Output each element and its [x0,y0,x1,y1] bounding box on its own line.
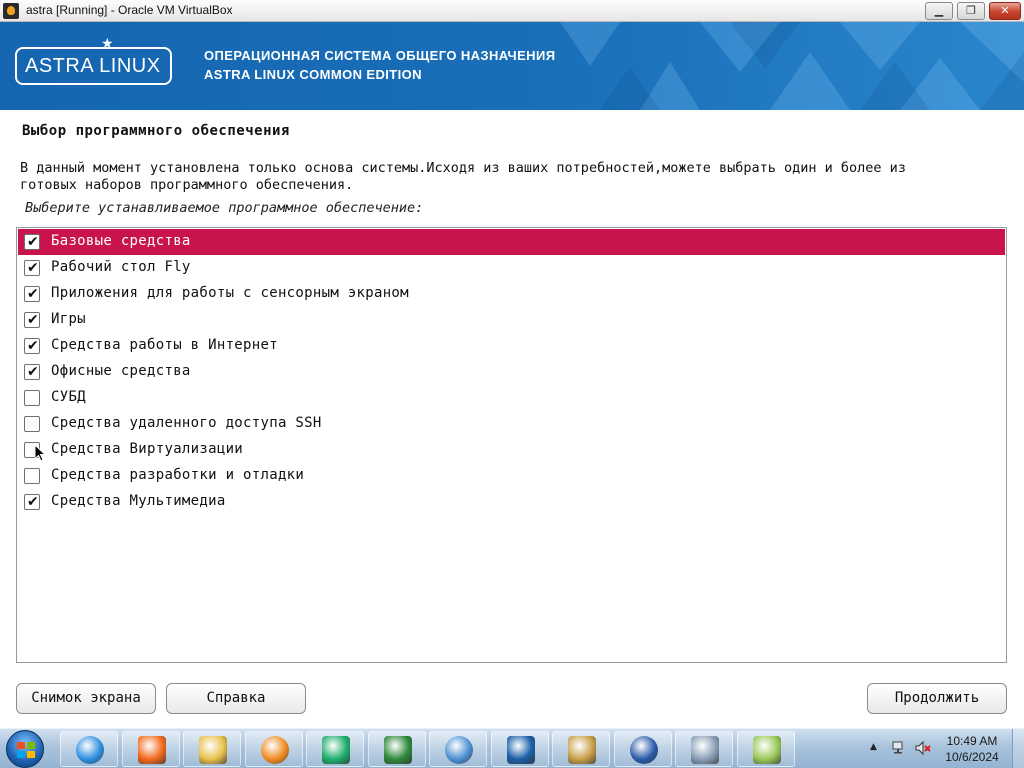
taskbar-control-panel-button[interactable] [429,731,487,767]
chat-app-icon [322,736,350,764]
taskbar-terminal-monitor-button[interactable] [368,731,426,767]
taskbar-file-explorer-button[interactable] [183,731,241,767]
astra-linux-logo: ★ ASTRA LINUX [15,37,172,85]
taskbar-chat-app-button[interactable] [306,731,364,767]
virtualbox-icon [507,736,535,764]
software-option-row[interactable]: ✔ Базовые средства [18,229,1005,255]
virtualbox-app-icon [3,3,19,19]
page-title: Выбор программного обеспечения [22,123,290,139]
paint-icon [568,736,596,764]
media-player-icon [261,736,289,764]
software-option-checkbox[interactable]: ✔ [24,364,40,380]
software-option-checkbox[interactable]: ✔ [24,260,40,276]
software-option-checkbox[interactable] [24,416,40,432]
checkmark-icon: ✔ [27,286,39,302]
terminal-monitor-icon [384,736,412,764]
windows-logo-icon [17,742,35,758]
description-line: В данный момент установлена только основ… [20,160,906,176]
software-option-checkbox[interactable] [24,468,40,484]
software-option-checkbox[interactable]: ✔ [24,312,40,328]
software-option-row[interactable]: Средства удаленного доступа SSH [18,411,1005,437]
show-hidden-icons-button[interactable]: ▲ [870,742,877,752]
software-option-checkbox[interactable]: ✔ [24,234,40,250]
page-description: В данный момент установлена только основ… [20,160,1000,194]
software-option-row[interactable]: СУБД [18,385,1005,411]
software-option-label: Средства разработки и отладки [51,467,305,483]
software-option-label: Базовые средства [51,233,191,249]
software-option-row[interactable]: ✔ Средства Мультимедиа [18,489,1005,515]
taskbar-virtualbox-button[interactable] [491,731,549,767]
software-option-row[interactable]: ✔ Игры [18,307,1005,333]
taskbar: ▲ 10:49 AM 10/6/2024 [0,728,1024,768]
taskbar-firefox-button[interactable] [122,731,180,767]
start-button[interactable] [6,730,44,768]
software-option-checkbox[interactable]: ✔ [24,494,40,510]
taskbar-internet-explorer-button[interactable] [60,731,118,767]
software-option-label: Рабочий стол Fly [51,259,191,275]
folders-icon [753,736,781,764]
volume-muted-icon[interactable] [914,739,932,757]
checkmark-icon: ✔ [27,338,39,354]
screenshot-button[interactable]: Снимок экрана [16,683,156,714]
system-clock[interactable]: 10:49 AM 10/6/2024 [940,733,1004,765]
taskbar-calculator-button[interactable] [675,731,733,767]
software-option-label: Средства Мультимедиа [51,493,226,509]
software-option-checkbox[interactable]: ✔ [24,338,40,354]
software-option-label: Средства удаленного доступа SSH [51,415,322,431]
software-option-row[interactable]: ✔ Рабочий стол Fly [18,255,1005,281]
show-desktop-button[interactable] [1012,729,1024,768]
network-icon[interactable] [891,739,907,755]
firefox-icon [138,736,166,764]
software-option-row[interactable]: ✔ Приложения для работы с сенсорным экран… [18,281,1005,307]
clock-date: 10/6/2024 [945,750,999,764]
control-panel-icon [445,736,473,764]
checkmark-icon: ✔ [27,312,39,328]
taskbar-paint-button[interactable] [552,731,610,767]
calculator-icon [691,736,719,764]
minimize-button[interactable]: ▁ [925,2,953,20]
software-option-row[interactable]: Средства разработки и отладки [18,463,1005,489]
checkmark-icon: ✔ [27,234,39,250]
banner-subtitle-ru: ОПЕРАЦИОННАЯ СИСТЕМА ОБЩЕГО НАЗНАЧЕНИЯ [204,48,556,63]
close-button[interactable]: ✕ [989,2,1021,20]
software-option-label: Офисные средства [51,363,191,379]
continue-button[interactable]: Продолжить [867,683,1007,714]
software-list[interactable]: ✔ Базовые средства ✔ Рабочий стол Fly ✔ Прило… [16,227,1007,663]
software-option-label: Приложения для работы с сенсорным экрано… [51,285,409,301]
software-option-checkbox[interactable]: ✔ [24,286,40,302]
software-option-row[interactable]: ✔ Офисные средства [18,359,1005,385]
window-titlebar: astra [Running] - Oracle VM VirtualBox ▁… [0,0,1024,22]
clock-time: 10:49 AM [946,734,998,748]
checkmark-icon: ✔ [27,494,39,510]
software-option-row[interactable]: Средства Виртуализации [18,437,1005,463]
software-option-label: Средства работы в Интернет [51,337,278,353]
file-explorer-icon [199,736,227,764]
window-title: astra [Running] - Oracle VM VirtualBox [26,3,233,17]
selection-prompt: Выберите устанавливаемое программное обе… [25,200,424,216]
internet-explorer-icon [76,736,104,764]
logo-star-icon: ★ [101,36,114,52]
maximize-button[interactable]: ❐ [957,2,985,20]
software-option-label: Игры [51,311,86,327]
logo-text: ASTRA LINUX [25,55,161,77]
checkmark-icon: ✔ [27,364,39,380]
installer-banner: ★ ASTRA LINUX ОПЕРАЦИОННАЯ СИСТЕМА ОБЩЕГ… [0,22,1024,110]
software-option-label: Средства Виртуализации [51,441,244,457]
banner-subtitle-en: ASTRA LINUX COMMON EDITION [204,67,422,82]
taskbar-folders-button[interactable] [737,731,795,767]
windows-xp-mode-icon [630,736,658,764]
description-line: готовых наборов программного обеспечения… [20,177,354,193]
software-option-label: СУБД [51,389,86,405]
help-button[interactable]: Справка [166,683,306,714]
checkmark-icon: ✔ [27,260,39,276]
taskbar-windows-xp-mode-button[interactable] [614,731,672,767]
mouse-cursor-icon [34,444,46,462]
software-option-row[interactable]: ✔ Средства работы в Интернет [18,333,1005,359]
taskbar-media-player-button[interactable] [245,731,303,767]
software-option-checkbox[interactable] [24,390,40,406]
